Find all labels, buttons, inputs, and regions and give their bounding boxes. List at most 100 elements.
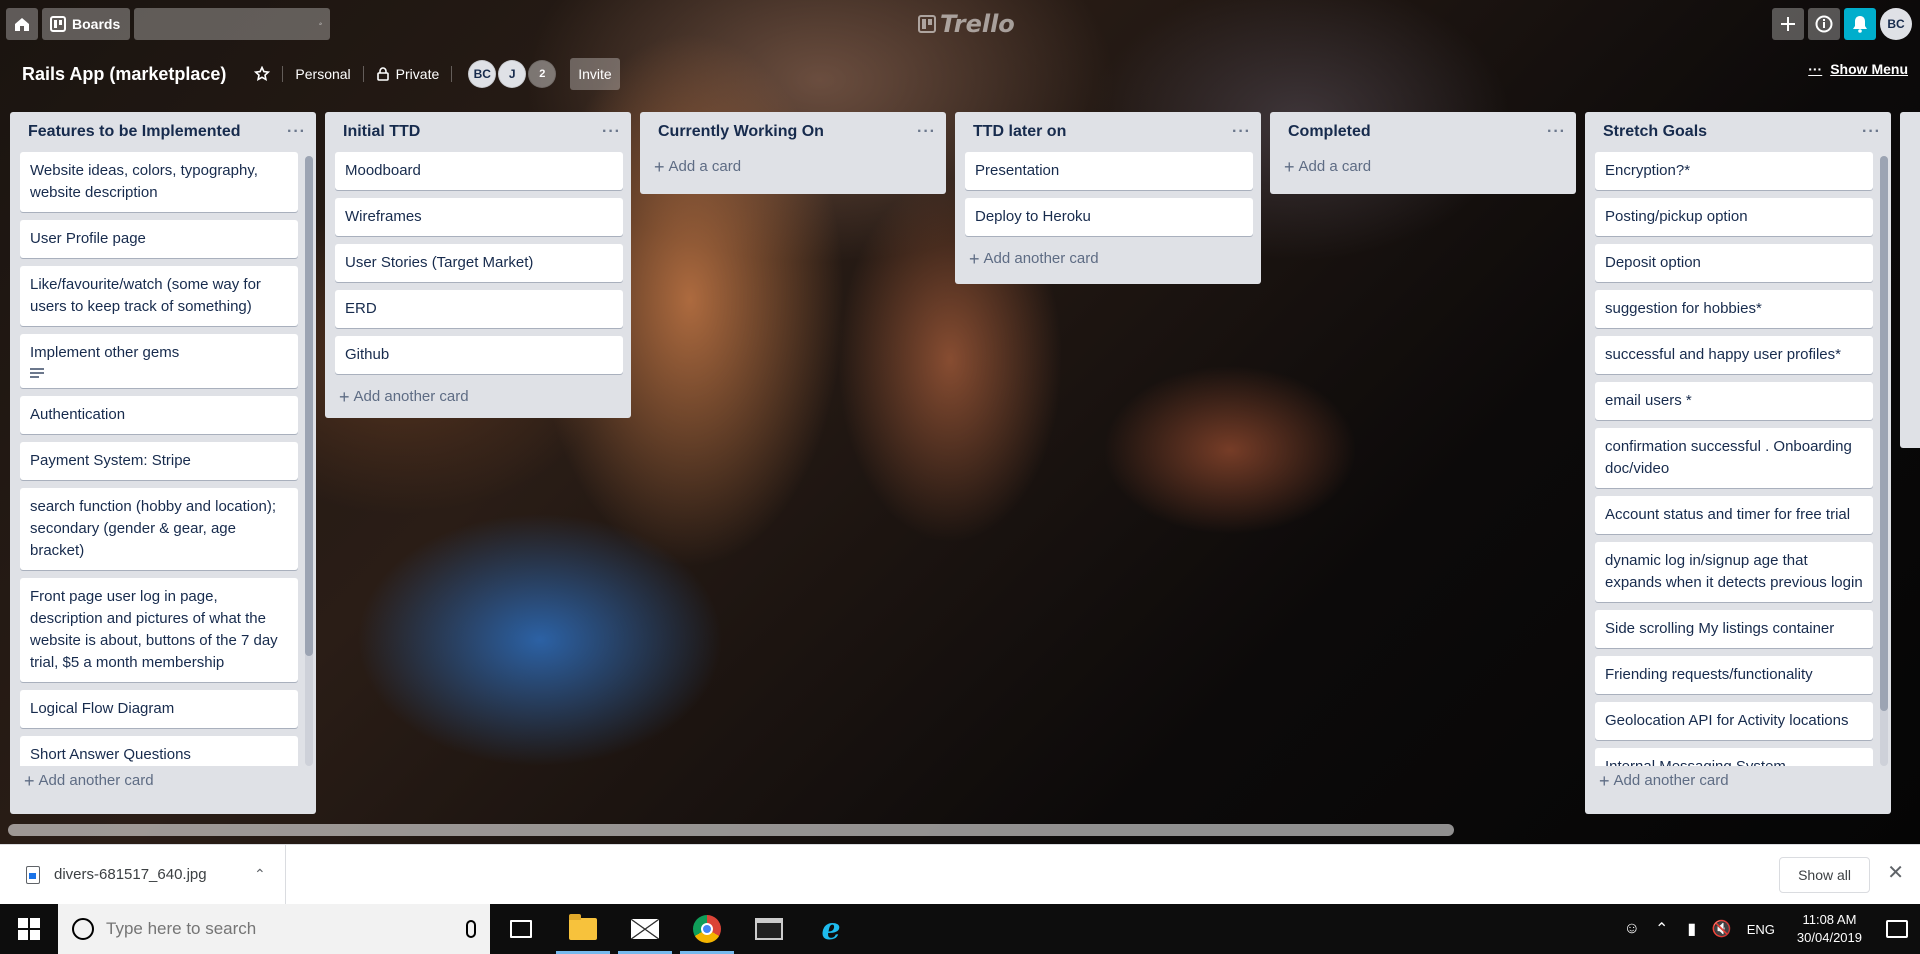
- member-avatar[interactable]: J: [498, 60, 527, 88]
- board-horizontal-scrollbar[interactable]: [8, 824, 1454, 836]
- list-header[interactable]: Completed ···: [1270, 112, 1576, 152]
- search-bar[interactable]: [134, 8, 331, 40]
- card[interactable]: ERD: [335, 290, 623, 328]
- user-avatar[interactable]: BC: [1880, 8, 1912, 40]
- member-count-badge[interactable]: 2: [528, 60, 557, 88]
- list-scrollbar[interactable]: [1880, 156, 1888, 766]
- download-file-name[interactable]: divers-681517_640.jpg: [54, 866, 240, 883]
- taskbar-search-input[interactable]: [106, 919, 454, 939]
- search-input[interactable]: [134, 8, 320, 40]
- card[interactable]: Account status and timer for free trial: [1595, 496, 1873, 534]
- list-title[interactable]: TTD later on: [973, 123, 1066, 141]
- taskbar-file-explorer[interactable]: [552, 904, 614, 954]
- list-scrollbar-thumb[interactable]: [305, 156, 313, 656]
- show-all-button[interactable]: Show all: [1779, 857, 1870, 893]
- list-header[interactable]: Initial TTD ···: [325, 112, 631, 152]
- card[interactable]: successful and happy user profiles*: [1595, 336, 1873, 374]
- card[interactable]: dynamic log in/signup age that expands w…: [1595, 542, 1873, 602]
- add-card-button[interactable]: + Add another card: [1585, 766, 1891, 799]
- add-card-button[interactable]: + Add a card: [640, 152, 946, 185]
- language-indicator[interactable]: ENG: [1737, 922, 1785, 937]
- board-title[interactable]: Rails App (marketplace): [22, 64, 226, 85]
- chevron-up-icon[interactable]: ⌃: [254, 866, 266, 883]
- card[interactable]: Logical Flow Diagram: [20, 690, 298, 728]
- card[interactable]: Front page user log in page, description…: [20, 578, 298, 682]
- card[interactable]: Posting/pickup option: [1595, 198, 1873, 236]
- list-scrollbar-thumb[interactable]: [1880, 156, 1888, 711]
- list-menu-icon[interactable]: ···: [602, 123, 621, 141]
- show-menu-button[interactable]: ··· Show Menu: [1808, 61, 1908, 77]
- card[interactable]: Moodboard: [335, 152, 623, 190]
- add-card-button[interactable]: + Add another card: [955, 244, 1261, 277]
- card[interactable]: Website ideas, colors, typography, websi…: [20, 152, 298, 212]
- list-header[interactable]: TTD later on ···: [955, 112, 1261, 152]
- start-button[interactable]: [0, 904, 58, 954]
- download-item[interactable]: divers-681517_640.jpg ⌃: [0, 845, 286, 904]
- list-menu-icon[interactable]: ···: [1232, 123, 1251, 141]
- list-title[interactable]: Completed: [1288, 123, 1371, 141]
- list-menu-icon[interactable]: ···: [917, 123, 936, 141]
- card[interactable]: Payment System: Stripe: [20, 442, 298, 480]
- notifications-button[interactable]: [1844, 8, 1876, 40]
- trello-logo[interactable]: Trello: [918, 10, 1015, 38]
- visibility-button[interactable]: Private: [370, 58, 446, 90]
- home-button[interactable]: [6, 8, 38, 40]
- taskbar-search[interactable]: [58, 904, 490, 954]
- chevron-up-icon[interactable]: ⌃: [1647, 919, 1677, 939]
- list-title[interactable]: Initial TTD: [343, 123, 420, 141]
- card[interactable]: Friending requests/functionality: [1595, 656, 1873, 694]
- card[interactable]: Internal Messaging System: [1595, 748, 1873, 766]
- card[interactable]: Deposit option: [1595, 244, 1873, 282]
- microphone-icon[interactable]: [466, 920, 476, 938]
- search-icon[interactable]: [319, 15, 322, 33]
- create-button[interactable]: [1772, 8, 1804, 40]
- list-menu-icon[interactable]: ···: [287, 123, 306, 141]
- taskbar-clock[interactable]: 11:08 AM 30/04/2019: [1785, 911, 1874, 947]
- list-menu-icon[interactable]: ···: [1547, 123, 1566, 141]
- card[interactable]: Deploy to Heroku: [965, 198, 1253, 236]
- list-menu-icon[interactable]: ···: [1862, 123, 1881, 141]
- card[interactable]: Github: [335, 336, 623, 374]
- card[interactable]: Encryption?*: [1595, 152, 1873, 190]
- card[interactable]: Wireframes: [335, 198, 623, 236]
- task-view-button[interactable]: [490, 904, 552, 954]
- people-icon[interactable]: ☺: [1617, 920, 1647, 938]
- list-scrollbar[interactable]: [305, 156, 313, 766]
- volume-muted-icon[interactable]: 🔇: [1707, 919, 1737, 939]
- invite-button[interactable]: Invite: [570, 58, 620, 90]
- list-header[interactable]: Currently Working On ···: [640, 112, 946, 152]
- close-icon[interactable]: ✕: [1887, 861, 1904, 885]
- list-title[interactable]: Features to be Implemented: [28, 123, 241, 141]
- card[interactable]: Like/favourite/watch (some way for users…: [20, 266, 298, 326]
- taskbar-internet-explorer[interactable]: e: [800, 904, 862, 954]
- card[interactable]: suggestion for hobbies*: [1595, 290, 1873, 328]
- card[interactable]: Presentation: [965, 152, 1253, 190]
- info-button[interactable]: [1808, 8, 1840, 40]
- star-button[interactable]: [248, 58, 276, 90]
- boards-button[interactable]: Boards: [42, 8, 131, 40]
- add-card-button[interactable]: + Add another card: [325, 382, 631, 415]
- list-header[interactable]: Features to be Implemented ···: [10, 112, 316, 152]
- taskbar-terminal[interactable]: [738, 904, 800, 954]
- card[interactable]: Authentication: [20, 396, 298, 434]
- member-avatar[interactable]: BC: [468, 60, 497, 88]
- list-title[interactable]: Stretch Goals: [1603, 123, 1707, 141]
- add-card-button[interactable]: + Add a card: [1270, 152, 1576, 185]
- team-button[interactable]: Personal: [289, 58, 356, 90]
- card[interactable]: User Profile page: [20, 220, 298, 258]
- list-title[interactable]: Currently Working On: [658, 123, 824, 141]
- list-header[interactable]: Stretch Goals ···: [1585, 112, 1891, 152]
- card[interactable]: confirmation successful . Onboarding doc…: [1595, 428, 1873, 488]
- battery-icon[interactable]: ▮: [1677, 919, 1707, 939]
- card[interactable]: Side scrolling My listings container: [1595, 610, 1873, 648]
- card[interactable]: search function (hobby and location); se…: [20, 488, 298, 570]
- card[interactable]: User Stories (Target Market): [335, 244, 623, 282]
- card[interactable]: Implement other gems: [20, 334, 298, 388]
- card[interactable]: Short Answer Questions: [20, 736, 298, 766]
- taskbar-mail[interactable]: [614, 904, 676, 954]
- list-partially-visible[interactable]: [1900, 112, 1920, 448]
- add-card-button[interactable]: + Add another card: [10, 766, 316, 799]
- card[interactable]: Geolocation API for Activity locations: [1595, 702, 1873, 740]
- action-center-button[interactable]: [1874, 920, 1920, 938]
- taskbar-chrome[interactable]: [676, 904, 738, 954]
